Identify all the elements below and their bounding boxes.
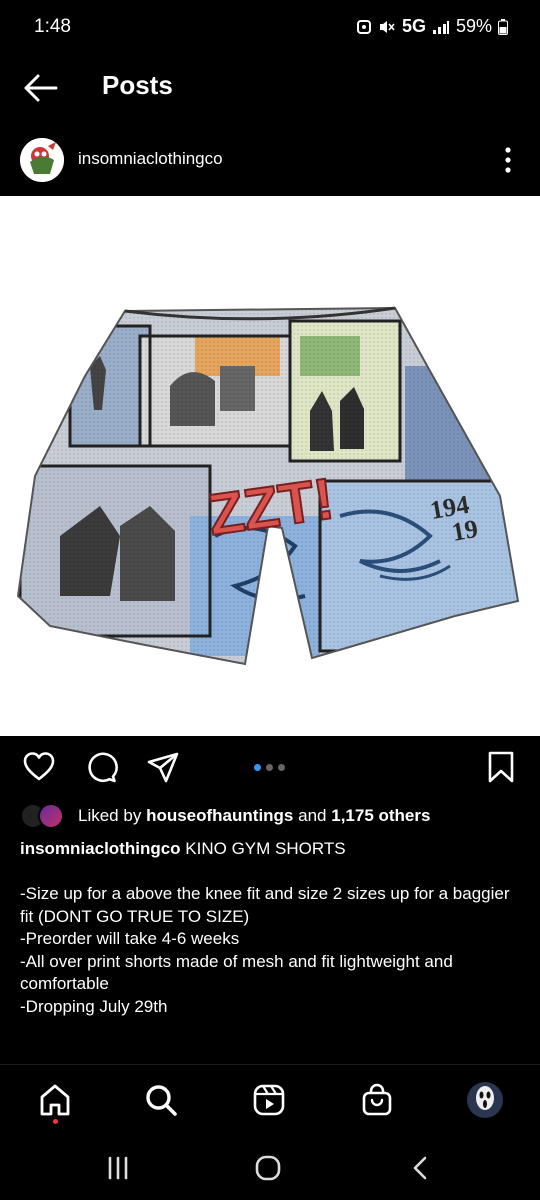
signal-icon [432, 20, 449, 34]
likes-count[interactable]: 1,175 others [331, 806, 430, 826]
caption-username[interactable]: insomniaclothingco [20, 839, 181, 858]
bottom-navigation [0, 1064, 540, 1138]
caption-title: KINO GYM SHORTS [185, 839, 346, 858]
nav-search[interactable] [144, 1083, 178, 1122]
page-title: Posts [102, 70, 173, 100]
avatar-image [20, 138, 64, 182]
status-icons: 5G 59% [356, 16, 508, 37]
back-chevron-icon [413, 1156, 427, 1180]
likes-summary[interactable]: Liked by houseofhauntings and 1,175 othe… [20, 802, 430, 830]
caption-line: -Preorder will take 4-6 weeks [20, 929, 240, 948]
caption-line: -All over print shorts made of mesh and … [20, 951, 453, 994]
carousel-dot-active [254, 764, 261, 771]
share-icon [147, 752, 179, 783]
reels-icon [253, 1084, 285, 1116]
back-button[interactable] [20, 70, 60, 106]
more-options-button[interactable] [498, 142, 518, 178]
liker-username[interactable]: houseofhauntings [146, 806, 293, 826]
carousel-dot [266, 764, 273, 771]
status-time: 1:48 [34, 16, 71, 37]
system-back-button[interactable] [408, 1154, 432, 1187]
post-image[interactable]: ZZT! 194 19 [0, 196, 540, 736]
arrow-left-icon [24, 74, 58, 102]
caption-line: -Dropping July 29th [20, 996, 168, 1016]
network-label: 5G [401, 16, 426, 36]
comment-button[interactable] [84, 750, 118, 789]
mute-icon [379, 20, 395, 33]
more-vertical-icon [505, 147, 511, 173]
profile-avatar [467, 1082, 503, 1118]
caption-line: insomniaclothingco KINO GYM SHORTS [20, 838, 525, 861]
status-bar: 1:48 5G 59% [0, 0, 540, 56]
system-home-button[interactable] [254, 1154, 282, 1187]
caption-line [20, 861, 525, 884]
post-caption: insomniaclothingco KINO GYM SHORTS -Size… [20, 838, 525, 1018]
nav-profile[interactable] [466, 1081, 504, 1124]
top-app-bar: Posts [0, 56, 540, 120]
battery-icon [498, 18, 508, 35]
post-header: insomniaclothingco [0, 134, 540, 186]
caption-line: -Size up for a above the knee fit and si… [20, 884, 510, 926]
recents-icon [108, 1156, 128, 1180]
share-button[interactable] [146, 750, 180, 789]
home-icon [40, 1084, 70, 1116]
alarm-icon [356, 19, 371, 34]
home-circle-icon [255, 1155, 281, 1181]
notification-dot [53, 1119, 58, 1124]
system-navigation [0, 1140, 540, 1200]
save-button[interactable] [484, 750, 518, 789]
like-button[interactable] [22, 750, 56, 789]
liker-avatars [20, 803, 72, 829]
nav-home[interactable] [38, 1083, 72, 1122]
bookmark-icon [488, 751, 514, 783]
search-icon [146, 1085, 177, 1116]
comment-icon [88, 752, 118, 783]
shop-icon [362, 1083, 392, 1116]
account-avatar[interactable] [20, 138, 64, 182]
battery-label: 59% [455, 16, 492, 36]
post-username[interactable]: insomniaclothingco [78, 149, 223, 169]
print-year2-text: 19 [449, 514, 480, 547]
nav-shop[interactable] [360, 1083, 394, 1122]
carousel-indicator [254, 764, 285, 771]
liker-avatar [38, 803, 64, 829]
carousel-dot [278, 764, 285, 771]
likes-connector: and [298, 806, 327, 825]
heart-icon [23, 752, 55, 781]
recents-button[interactable] [106, 1154, 130, 1187]
post-actions [0, 744, 540, 794]
likes-prefix: Liked by [78, 806, 142, 825]
shorts-illustration: ZZT! 194 19 [0, 196, 540, 736]
nav-reels[interactable] [252, 1083, 286, 1122]
